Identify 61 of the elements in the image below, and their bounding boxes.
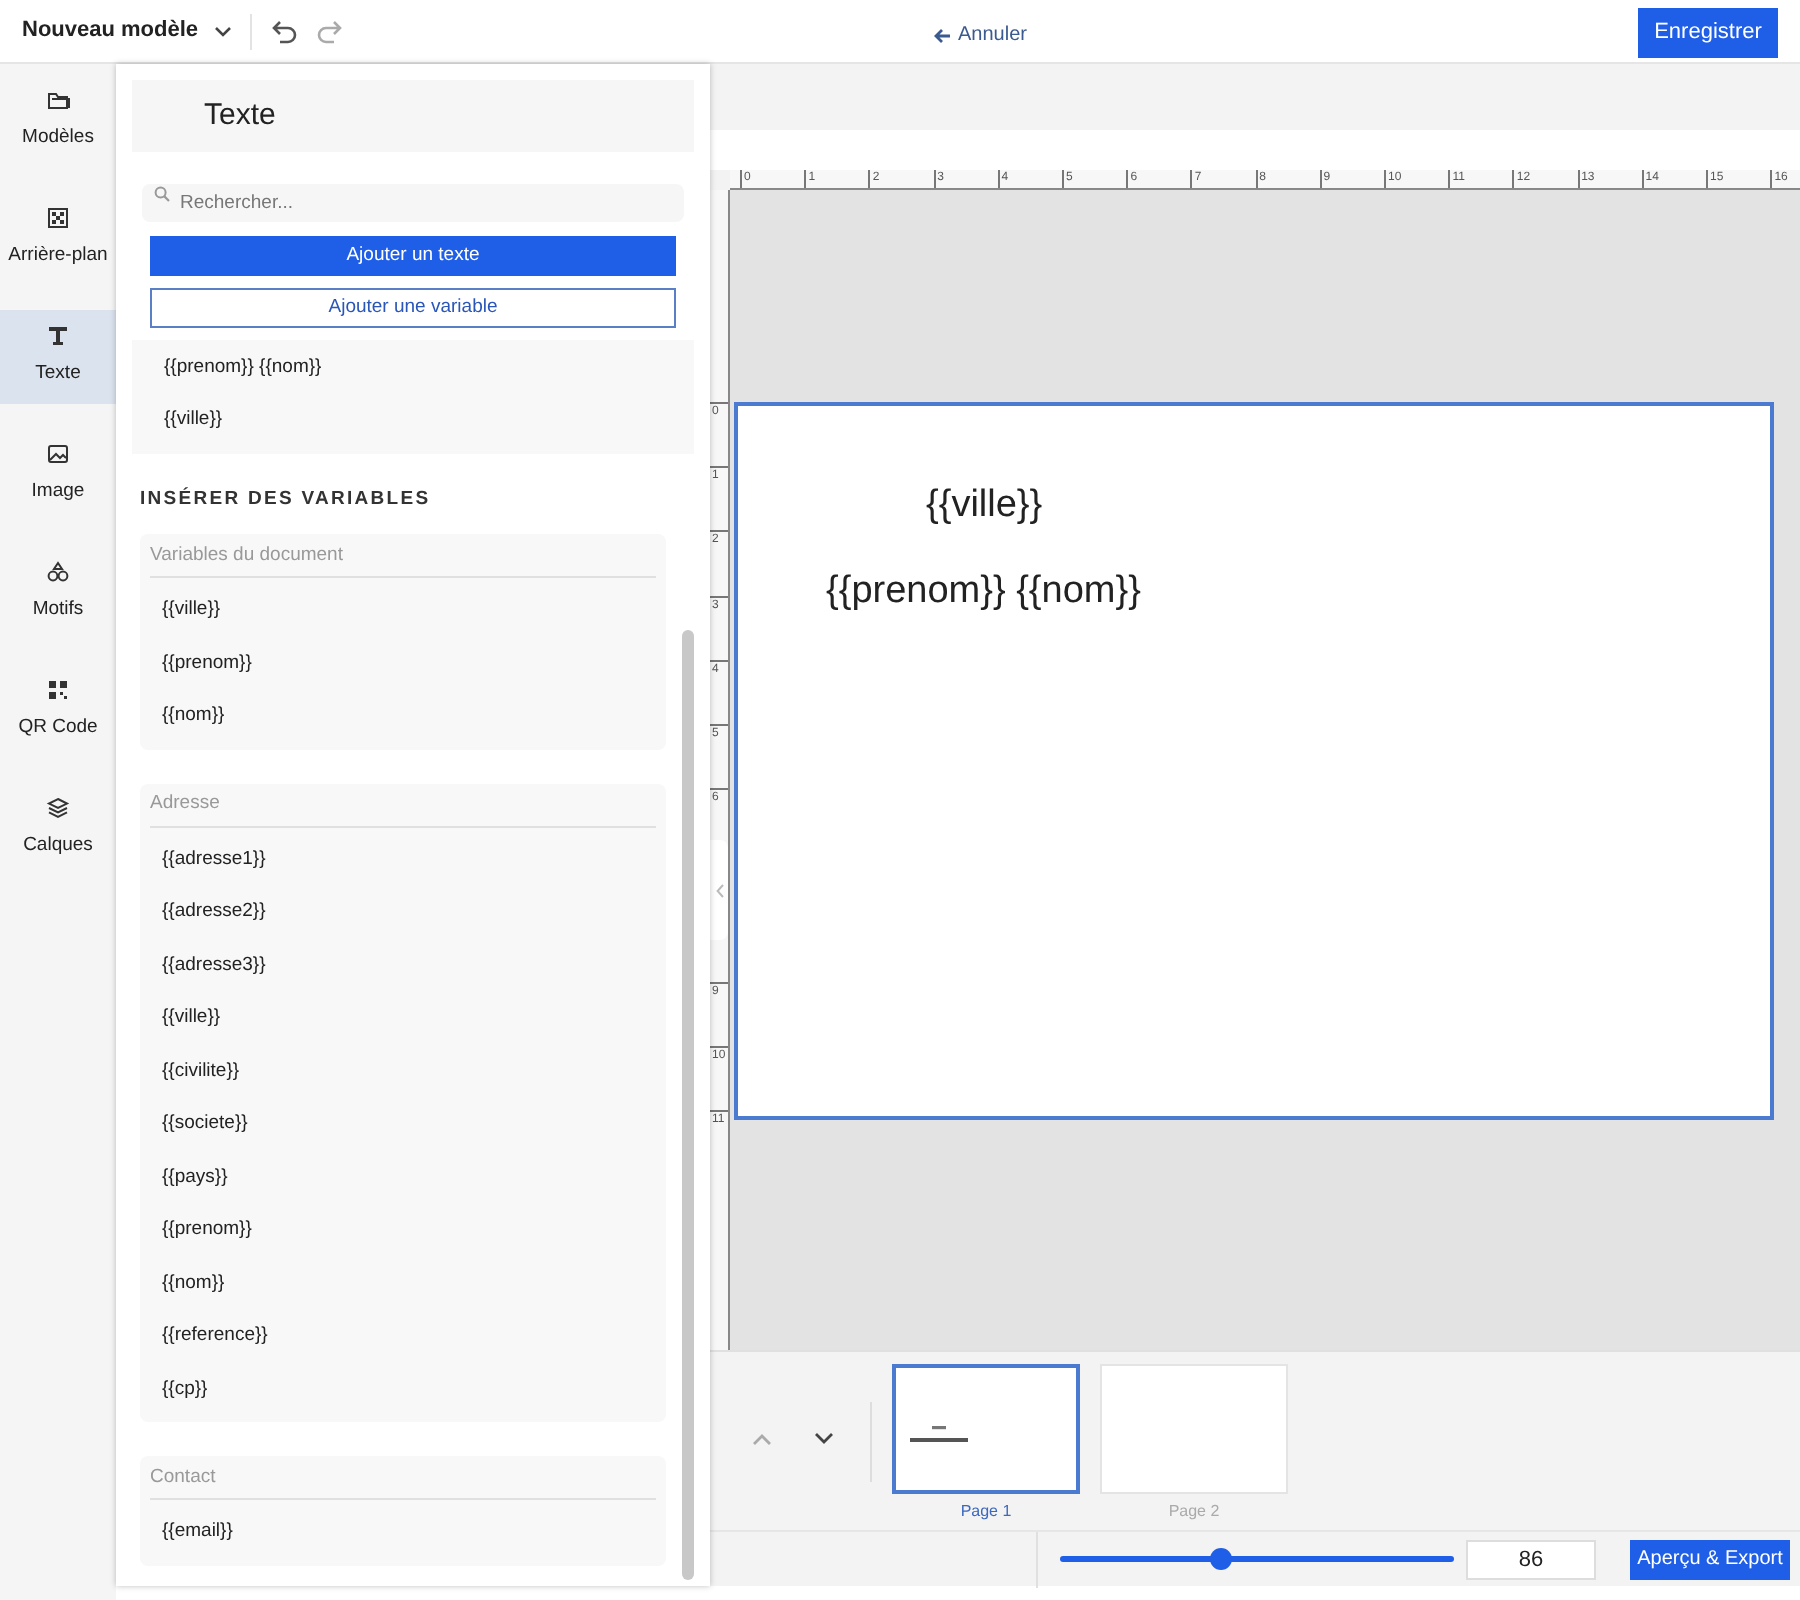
search-icon [154,186,170,202]
variable-item[interactable]: {{reference}} [162,1322,268,1352]
qr-code-icon [46,678,70,703]
variable-item[interactable]: {{nom}} [162,702,225,732]
save-button[interactable]: Enregistrer [1638,8,1778,58]
variable-item[interactable]: {{civilite}} [162,1057,240,1087]
text-item[interactable]: {{ville}} [164,405,223,435]
variable-item[interactable]: {{adresse2}} [162,898,266,928]
sidebar-tab[interactable]: Texte [0,310,116,404]
panel-title: Texte [204,95,276,136]
zoom-input[interactable]: 86 [1466,1539,1596,1579]
variable-item[interactable]: {{adresse3}} [162,951,266,981]
variable-item[interactable]: {{prenom}} [162,649,252,679]
group-title: Variables du document [150,541,343,570]
variable-item[interactable]: {{ville}} [162,596,221,626]
sidebar-tab[interactable]: Arrière-plan [0,192,116,286]
sidebar-tab[interactable]: Motifs [0,546,116,640]
sidebar-tab[interactable]: Modèles [0,74,116,168]
variable-item[interactable]: {{ville}} [162,1004,221,1034]
chevron-down-icon [214,25,233,37]
arrow-left-icon [934,27,952,43]
variable-item[interactable]: {{nom}} [162,1269,225,1299]
grid-icon [46,206,70,231]
cancel-link[interactable]: Annuler [934,20,1027,50]
layers-icon [46,796,70,821]
chevron-up-icon[interactable] [752,1432,772,1446]
canvas-text[interactable]: {{ville}} [926,478,1043,535]
redo-icon[interactable] [316,19,343,43]
template-name-dropdown[interactable]: Nouveau modèle [22,14,233,48]
variable-item[interactable]: {{adresse1}} [162,845,266,875]
sidebar-tab[interactable]: Image [0,428,116,522]
slider-thumb[interactable] [1210,1548,1233,1570]
thumbnail-content-drawing [910,1425,970,1443]
collapse-handle[interactable] [710,840,728,940]
page-label: Page 2 [1168,1500,1220,1524]
scrollbar-thumb[interactable] [682,630,694,1580]
chevron-down-icon[interactable] [814,1432,834,1446]
image-icon [46,442,70,467]
variable-item[interactable]: {{pays}} [162,1163,228,1193]
shapes-icon [46,560,70,585]
undo-icon[interactable] [272,19,299,43]
text-item[interactable]: {{prenom}} {{nom}} [164,353,322,383]
page-label: Page 1 [960,1500,1012,1524]
page-thumbnail[interactable] [892,1364,1080,1494]
variable-item[interactable]: {{email}} [162,1518,233,1548]
section-heading: INSÉRER DES VARIABLES [140,486,433,514]
variable-item[interactable]: {{societe}} [162,1110,248,1140]
sidebar-tab[interactable]: Calques [0,782,116,876]
sidebar-tab[interactable]: QR Code [0,664,116,758]
text-icon [46,324,70,349]
preview-export-button[interactable]: Aperçu & Export [1630,1539,1790,1579]
group-title: Adresse [150,790,220,819]
variable-item[interactable]: {{prenom}} [162,1216,252,1246]
folder-icon [46,88,70,113]
search-field[interactable]: Rechercher... [142,184,684,222]
chevron-left-icon [715,883,723,897]
canvas-text[interactable]: {{prenom}} {{nom}} [826,564,1141,621]
add-text-button[interactable]: Ajouter un texte [150,236,676,276]
variable-item[interactable]: {{cp}} [162,1375,208,1405]
add-variable-button[interactable]: Ajouter une variable [150,288,676,328]
group-title: Contact [150,1463,216,1492]
